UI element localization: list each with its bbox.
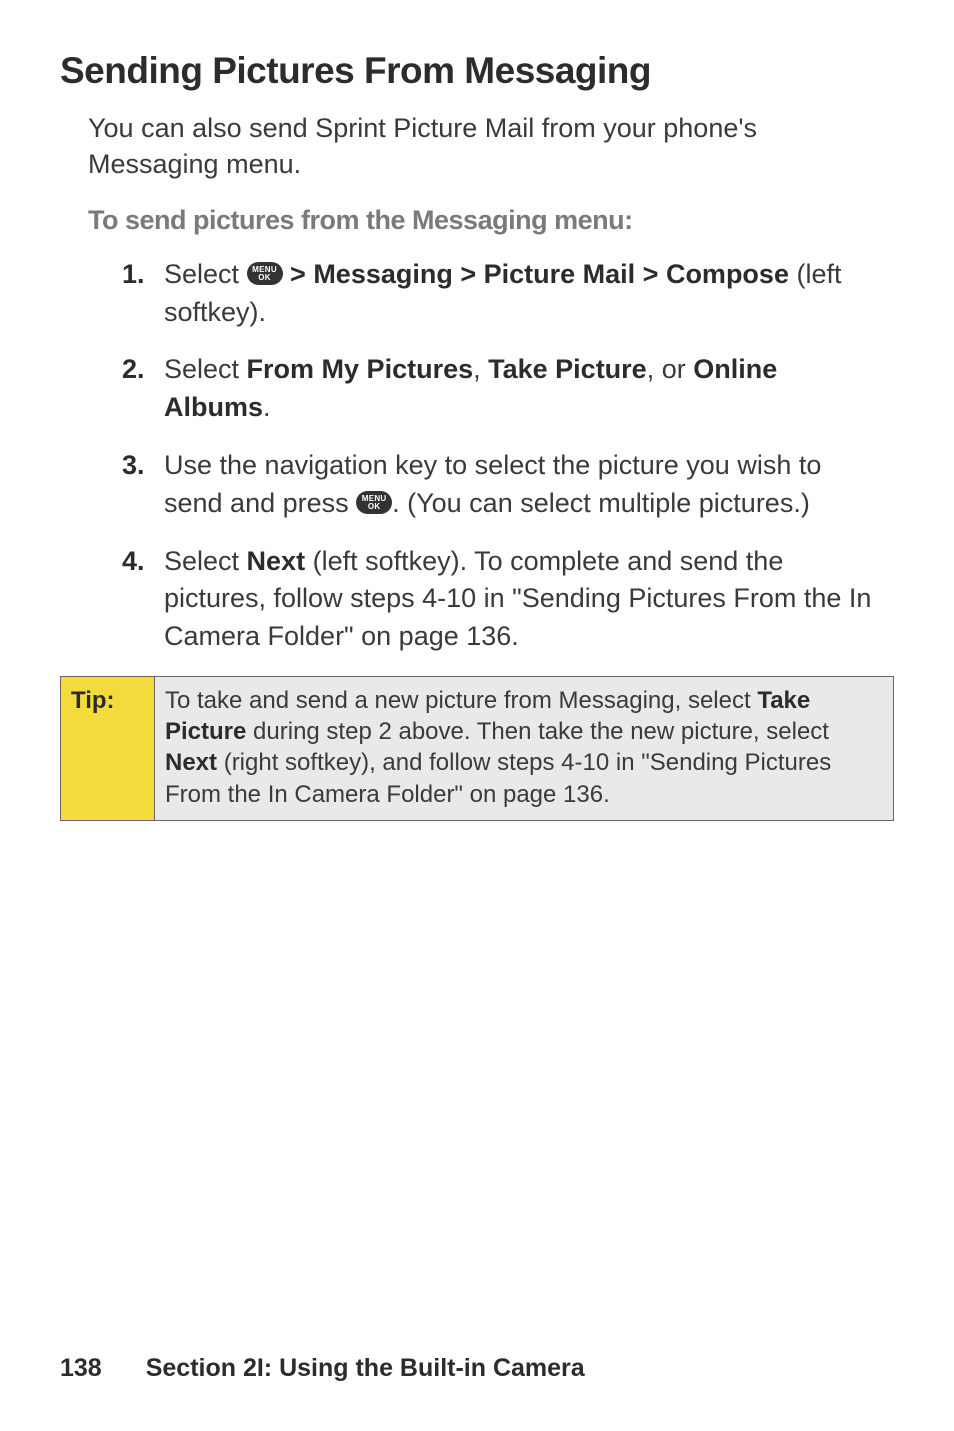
subheading: To send pictures from the Messaging menu… [88, 205, 894, 236]
page-number: 138 [60, 1354, 102, 1383]
section-heading: Sending Pictures From Messaging [60, 50, 894, 92]
menu-ok-icon: MENUOK [356, 491, 392, 514]
page-content: Sending Pictures From Messaging You can … [60, 50, 894, 1354]
page-footer: 138 Section 2I: Using the Built-in Camer… [60, 1354, 894, 1391]
step-text: Select From My Pictures, Take Picture, o… [164, 351, 884, 427]
step-text: Select Next (left softkey). To complete … [164, 543, 884, 656]
step-text: Use the navigation key to select the pic… [164, 447, 884, 523]
menu-ok-icon: MENUOK [247, 262, 283, 285]
step-4: 4. Select Next (left softkey). To comple… [122, 543, 884, 656]
tip-content: To take and send a new picture from Mess… [155, 677, 894, 821]
intro-paragraph: You can also send Sprint Picture Mail fr… [88, 110, 894, 183]
step-number: 3. [122, 447, 164, 523]
tip-label: Tip: [61, 677, 155, 821]
steps-list: 1. Select MENUOK > Messaging > Picture M… [122, 256, 884, 656]
tip-box: Tip: To take and send a new picture from… [60, 676, 894, 821]
step-text: Select MENUOK > Messaging > Picture Mail… [164, 256, 884, 332]
step-number: 2. [122, 351, 164, 427]
step-1: 1. Select MENUOK > Messaging > Picture M… [122, 256, 884, 332]
step-number: 1. [122, 256, 164, 332]
section-title: Section 2I: Using the Built-in Camera [146, 1354, 585, 1383]
step-2: 2. Select From My Pictures, Take Picture… [122, 351, 884, 427]
step-3: 3. Use the navigation key to select the … [122, 447, 884, 523]
step-number: 4. [122, 543, 164, 656]
